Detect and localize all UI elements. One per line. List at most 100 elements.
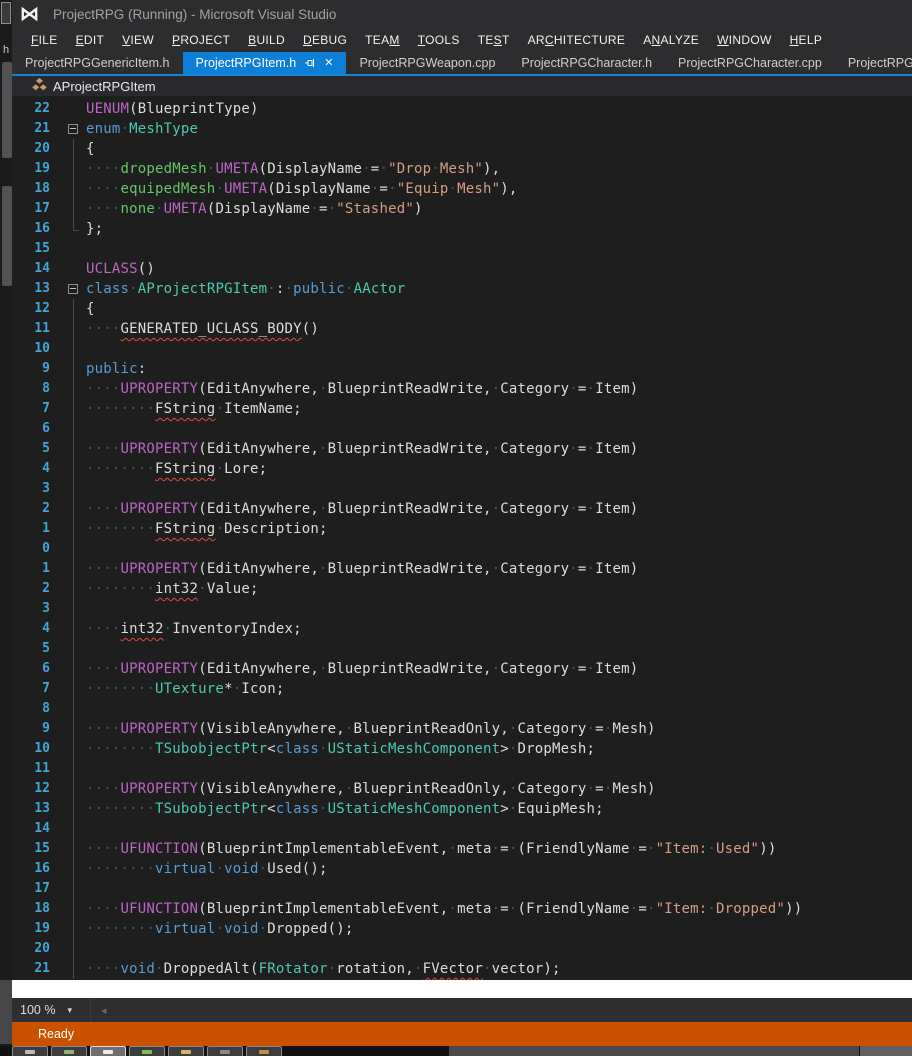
code-text: ····UFUNCTION(BlueprintImplementableEven… bbox=[86, 899, 802, 919]
breadcrumb[interactable]: AProjectRPGItem bbox=[53, 79, 156, 94]
line-number: 15 bbox=[12, 839, 56, 859]
taskbar bbox=[0, 1046, 912, 1056]
menu-project[interactable]: PROJECT bbox=[163, 33, 239, 47]
code-line: 11 bbox=[12, 759, 912, 779]
line-number: 11 bbox=[12, 759, 56, 779]
tab-label: ProjectRPGGenericItem.h bbox=[25, 56, 170, 70]
fold-collapse-icon[interactable] bbox=[56, 119, 86, 139]
code-text: }; bbox=[86, 219, 103, 239]
code-line: 15 bbox=[12, 239, 912, 259]
line-number: 10 bbox=[12, 739, 56, 759]
code-line: 13class·AProjectRPGItem·:·public·AActor bbox=[12, 279, 912, 299]
menu-tools[interactable]: TOOLS bbox=[409, 33, 469, 47]
outline-margin bbox=[56, 739, 86, 759]
line-number: 8 bbox=[12, 699, 56, 719]
outline-margin bbox=[56, 759, 86, 779]
horizontal-scrollbar[interactable]: ◂ bbox=[90, 998, 912, 1022]
taskbar-button[interactable] bbox=[207, 1046, 243, 1056]
menu-mnemonic: F bbox=[31, 33, 39, 47]
code-text: ········UTexture*·Icon; bbox=[86, 679, 285, 699]
outline-margin bbox=[56, 799, 86, 819]
screen: h ⋈ ProjectRPG (Running) - Microsoft Vis… bbox=[0, 0, 912, 1056]
menu-help[interactable]: HELP bbox=[781, 33, 832, 47]
code-line: 18····equipedMesh·UMETA(DisplayName·=·"E… bbox=[12, 179, 912, 199]
outline-margin bbox=[56, 499, 86, 519]
scroll-left-icon[interactable]: ◂ bbox=[101, 1004, 107, 1017]
code-line: 17 bbox=[12, 879, 912, 899]
chevron-down-icon: ▾ bbox=[67, 1005, 72, 1016]
tab-projectrpggenericitem.h[interactable]: ProjectRPGGenericItem.h bbox=[12, 52, 183, 74]
taskbar-button[interactable] bbox=[168, 1046, 204, 1056]
tab-projectrpgitem.h[interactable]: ProjectRPGItem.h✕ bbox=[183, 52, 347, 74]
close-icon[interactable]: ✕ bbox=[324, 58, 333, 69]
code-line: 20 bbox=[12, 939, 912, 959]
outline-margin bbox=[56, 679, 86, 699]
navigation-bar[interactable]: AProjectRPGItem bbox=[12, 76, 912, 96]
outline-margin bbox=[56, 659, 86, 679]
menu-window[interactable]: WINDOW bbox=[708, 33, 780, 47]
line-number: 19 bbox=[12, 919, 56, 939]
menu-mnemonic: S bbox=[494, 33, 502, 47]
outline-margin bbox=[56, 919, 86, 939]
outline-margin bbox=[56, 619, 86, 639]
taskbar-button[interactable] bbox=[129, 1046, 165, 1056]
outline-margin bbox=[56, 399, 86, 419]
taskbar-button-icon bbox=[259, 1050, 269, 1054]
outline-margin bbox=[56, 439, 86, 459]
code-text: ····UPROPERTY(EditAnywhere,·BlueprintRea… bbox=[86, 559, 638, 579]
outline-margin bbox=[56, 599, 86, 619]
code-line: 5 bbox=[12, 639, 912, 659]
taskbar-button[interactable] bbox=[12, 1046, 48, 1056]
tab-projectrpgweapon.cpp[interactable]: ProjectRPGWeapon.cpp bbox=[346, 52, 508, 74]
code-text: public: bbox=[86, 359, 146, 379]
taskbar-button-icon bbox=[220, 1050, 230, 1054]
taskbar-tray-area bbox=[449, 1046, 859, 1056]
code-text: ····UPROPERTY(EditAnywhere,·BlueprintRea… bbox=[86, 439, 638, 459]
code-line: 22UENUM(BlueprintType) bbox=[12, 99, 912, 119]
background-window-block bbox=[2, 186, 12, 286]
outline-margin bbox=[56, 819, 86, 839]
line-number: 7 bbox=[12, 399, 56, 419]
menu-debug[interactable]: DEBUG bbox=[294, 33, 356, 47]
code-editor[interactable]: 22UENUM(BlueprintType)21enum·MeshType20{… bbox=[12, 96, 912, 980]
code-line: 2········int32·Value; bbox=[12, 579, 912, 599]
code-line: 14 bbox=[12, 819, 912, 839]
menu-team[interactable]: TEAM bbox=[356, 33, 409, 47]
menu-edit[interactable]: EDIT bbox=[67, 33, 114, 47]
visual-studio-logo-icon: ⋈ bbox=[20, 5, 39, 24]
menu-mnemonic: T bbox=[418, 33, 425, 47]
menu-test[interactable]: TEST bbox=[469, 33, 519, 47]
tab-projectrpg[interactable]: ProjectRPG bbox=[835, 52, 912, 74]
code-line: 16········virtual·void·Used(); bbox=[12, 859, 912, 879]
title-bar[interactable]: ⋈ ProjectRPG (Running) - Microsoft Visua… bbox=[12, 0, 912, 28]
outline-margin bbox=[56, 639, 86, 659]
taskbar-button[interactable] bbox=[51, 1046, 87, 1056]
fold-box-glyph bbox=[68, 284, 78, 294]
menu-view[interactable]: VIEW bbox=[113, 33, 163, 47]
line-number: 1 bbox=[12, 559, 56, 579]
line-number: 20 bbox=[12, 139, 56, 159]
code-text: ····UPROPERTY(VisibleAnywhere,·Blueprint… bbox=[86, 779, 656, 799]
zoom-control[interactable]: 100 % ▾ bbox=[12, 998, 90, 1022]
tab-projectrpgcharacter.h[interactable]: ProjectRPGCharacter.h bbox=[508, 52, 665, 74]
outline-margin bbox=[56, 699, 86, 719]
taskbar-button[interactable] bbox=[246, 1046, 282, 1056]
fold-collapse-icon[interactable] bbox=[56, 279, 86, 299]
tab-projectrpgcharacter.cpp[interactable]: ProjectRPGCharacter.cpp bbox=[665, 52, 835, 74]
line-number: 16 bbox=[12, 859, 56, 879]
menu-analyze[interactable]: ANALYZE bbox=[634, 33, 708, 47]
taskbar-button[interactable] bbox=[90, 1046, 126, 1056]
menu-build[interactable]: BUILD bbox=[239, 33, 294, 47]
pin-icon[interactable] bbox=[304, 57, 316, 69]
line-number: 9 bbox=[12, 359, 56, 379]
outline-margin bbox=[56, 319, 86, 339]
tab-label: ProjectRPGWeapon.cpp bbox=[359, 56, 495, 70]
outline-margin bbox=[56, 899, 86, 919]
taskbar-button-icon bbox=[181, 1050, 191, 1054]
line-number: 21 bbox=[12, 959, 56, 979]
menu-file[interactable]: FILE bbox=[22, 33, 67, 47]
taskbar-button-icon bbox=[64, 1050, 74, 1054]
line-number: 4 bbox=[12, 619, 56, 639]
line-number: 13 bbox=[12, 799, 56, 819]
menu-architecture[interactable]: ARCHITECTURE bbox=[519, 33, 635, 47]
